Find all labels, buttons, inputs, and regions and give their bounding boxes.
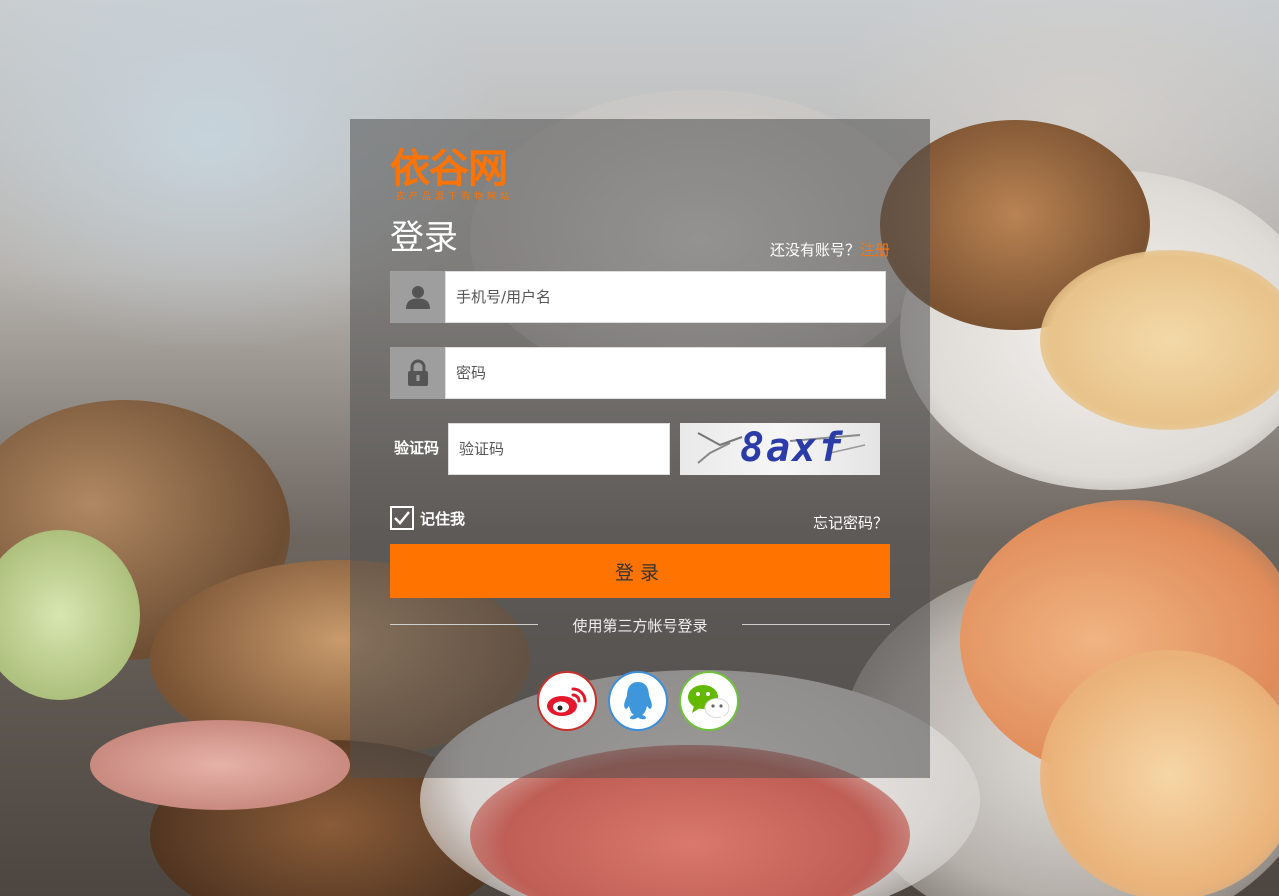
password-field	[390, 347, 886, 399]
remember-me-checkbox[interactable]: 记住我	[390, 504, 465, 532]
weibo-icon	[547, 687, 587, 716]
login-button[interactable]: 登录	[390, 544, 890, 598]
captcha-input[interactable]	[448, 423, 670, 475]
register-prompt: 还没有账号？注册	[770, 239, 890, 260]
register-link[interactable]: 注册	[860, 241, 890, 259]
weibo-login-button[interactable]	[537, 671, 597, 731]
captcha-row: 验证码 8axf	[390, 423, 890, 475]
captcha-label: 验证码	[394, 439, 440, 457]
wechat-icon	[688, 685, 730, 720]
username-input[interactable]	[445, 271, 886, 323]
checkbox-checked-icon[interactable]	[390, 506, 414, 530]
password-input[interactable]	[445, 347, 886, 399]
username-field	[390, 271, 886, 323]
user-icon	[390, 271, 445, 323]
login-panel: 依谷网 农产品源下购物网站 登录 还没有账号？注册 验证码	[350, 119, 930, 778]
qq-login-button[interactable]	[608, 671, 668, 731]
third-party-login-text: 使用第三方帐号登录	[572, 617, 708, 635]
logo-tagline: 农产品源下购物网站	[396, 192, 514, 202]
captcha-code: 8axf	[740, 425, 845, 471]
third-party-divider: 使用第三方帐号登录	[390, 613, 890, 637]
brand-logo[interactable]: 依谷网 农产品源下购物网站	[390, 147, 536, 205]
forgot-password-link[interactable]: 忘记密码？	[813, 512, 888, 533]
wechat-login-button[interactable]	[679, 671, 739, 731]
social-login-buttons	[537, 671, 743, 735]
divider-line-right	[742, 624, 890, 625]
logo-text: 依谷网	[390, 146, 508, 192]
page-title: 登录	[390, 218, 458, 258]
no-account-text: 还没有账号？	[769, 241, 860, 259]
remember-me-label: 记住我	[420, 509, 466, 528]
qq-icon	[624, 682, 652, 720]
captcha-image[interactable]: 8axf	[680, 423, 880, 475]
lock-icon	[390, 347, 445, 399]
